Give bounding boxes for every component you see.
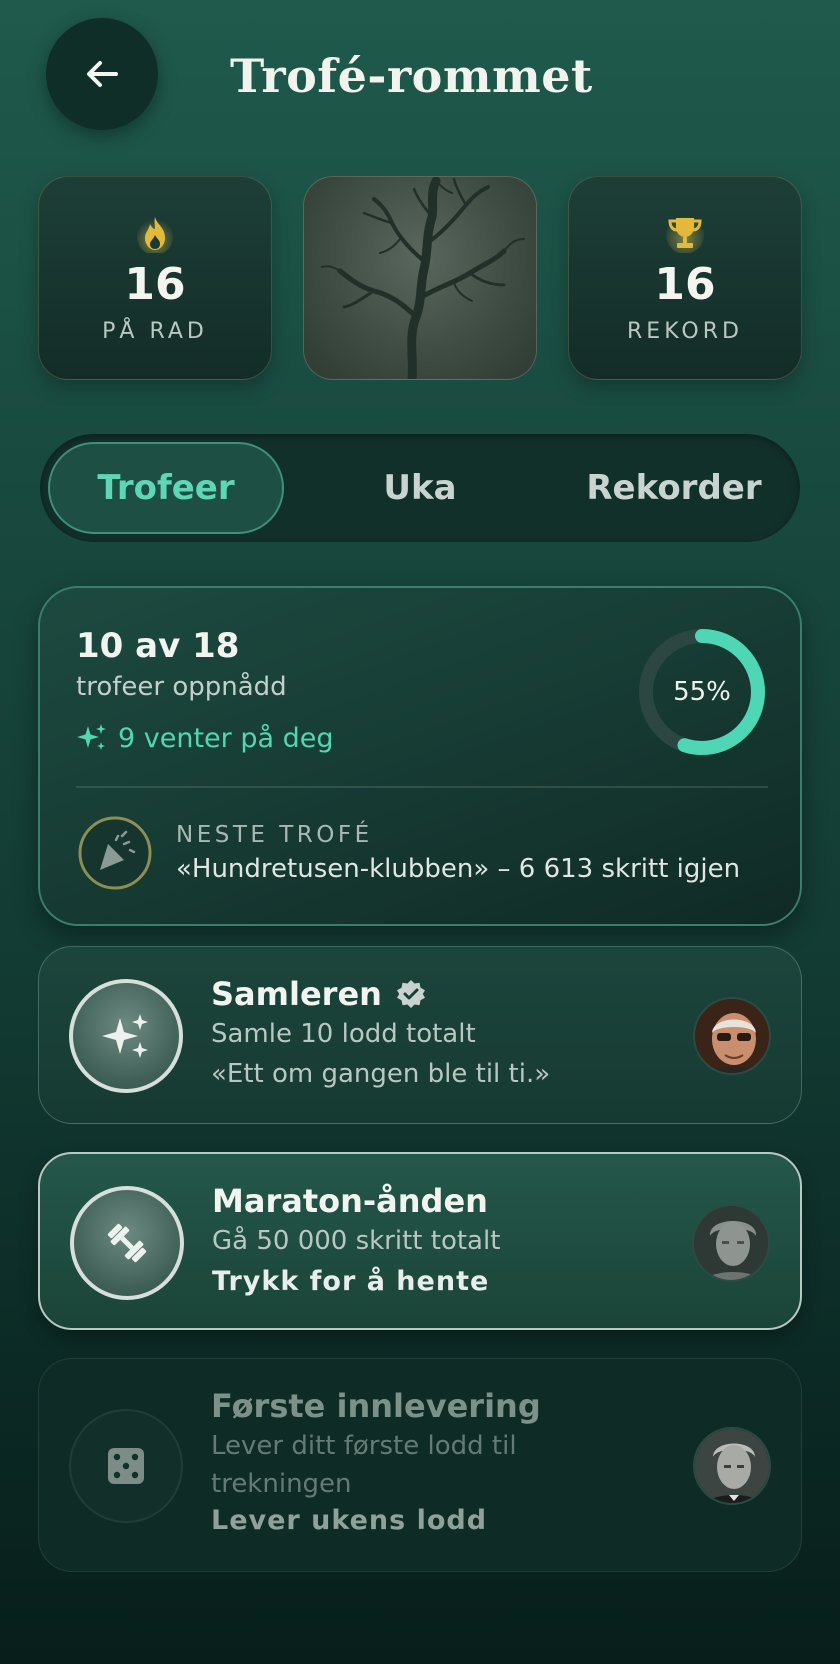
- trophy-description: Gå 50 000 skritt totalt: [212, 1226, 501, 1256]
- trophy-description: Samle 10 lodd totalt: [211, 1019, 476, 1049]
- claim-action[interactable]: Trykk for å hente: [212, 1266, 489, 1297]
- trophy-quote: «Ett om gangen ble til ti.»: [211, 1059, 551, 1089]
- trophy-count: 10 av 18: [76, 626, 240, 666]
- progress-ring: 55%: [634, 624, 770, 760]
- record-label: REKORD: [627, 319, 743, 344]
- avatar: [693, 1427, 771, 1505]
- trophy-card-maraton-anden[interactable]: Maraton-ånden Gå 50 000 skritt totalt Tr…: [38, 1152, 802, 1330]
- next-trophy-text: «Hundretusen-klubben» – 6 613 skritt igj…: [176, 854, 741, 884]
- dice-icon: [108, 1448, 144, 1484]
- back-button[interactable]: [46, 18, 158, 130]
- record-value: 16: [654, 259, 716, 310]
- submit-action[interactable]: Lever ukens lodd: [211, 1505, 487, 1536]
- page-title: Trofé-rommet: [230, 49, 593, 103]
- trophy-description: Lever ditt første lodd til trekningen: [211, 1431, 517, 1499]
- trophy-title: Samleren: [211, 975, 382, 1013]
- trophy-icon-badge: [69, 979, 183, 1093]
- dumbbell-icon: [107, 1223, 147, 1263]
- sparkles-icon: [77, 724, 106, 750]
- tab-trofeer[interactable]: Trofeer: [48, 442, 284, 534]
- trophy-card-samleren[interactable]: Samleren Samle 10 lodd totalt «Ett om ga…: [38, 946, 802, 1124]
- trophy-title-row: Første innlevering: [211, 1387, 541, 1425]
- next-trophy-icon-ring: [76, 814, 154, 892]
- trophy-title-row: Samleren: [211, 975, 426, 1013]
- waiting-text: 9 venter på deg: [118, 722, 334, 754]
- trophy-icon: [666, 216, 704, 253]
- tree-image: [303, 176, 537, 380]
- sparkles-icon: [102, 1014, 148, 1058]
- waiting-text-row: 9 venter på deg: [76, 722, 334, 754]
- tab-rekorder[interactable]: Rekorder: [556, 442, 792, 534]
- streak-value: 16: [124, 259, 186, 310]
- progress-percent: 55%: [673, 677, 731, 707]
- tree-illustration: [321, 177, 525, 379]
- avatar: [693, 997, 771, 1075]
- tab-bar: Trofeer Uka Rekorder: [40, 434, 800, 542]
- trophy-title: Første innlevering: [211, 1387, 541, 1425]
- streak-card: 16 PÅ RAD: [38, 176, 272, 380]
- divider: [76, 786, 768, 788]
- tab-uka[interactable]: Uka: [302, 442, 538, 534]
- trophy-card-forste-innlevering[interactable]: Første innlevering Lever ditt første lod…: [38, 1358, 802, 1572]
- trophy-count-subtitle: trofeer oppnådd: [76, 672, 287, 702]
- record-card: 16 REKORD: [568, 176, 802, 380]
- arrow-left-icon: [87, 61, 118, 87]
- trophy-title-row: Maraton-ånden: [212, 1182, 488, 1220]
- flame-icon: [137, 217, 173, 253]
- avatar: [692, 1204, 770, 1282]
- trophy-icon-badge: [70, 1186, 184, 1300]
- trophy-title: Maraton-ånden: [212, 1182, 488, 1220]
- trophy-icon-badge: [69, 1409, 183, 1523]
- streak-label: PÅ RAD: [102, 319, 208, 344]
- verified-badge-icon: [396, 980, 425, 1008]
- progress-card: 10 av 18 trofeer oppnådd 9 venter på deg…: [38, 586, 802, 926]
- next-trophy-label: NESTE TROFÉ: [176, 822, 373, 848]
